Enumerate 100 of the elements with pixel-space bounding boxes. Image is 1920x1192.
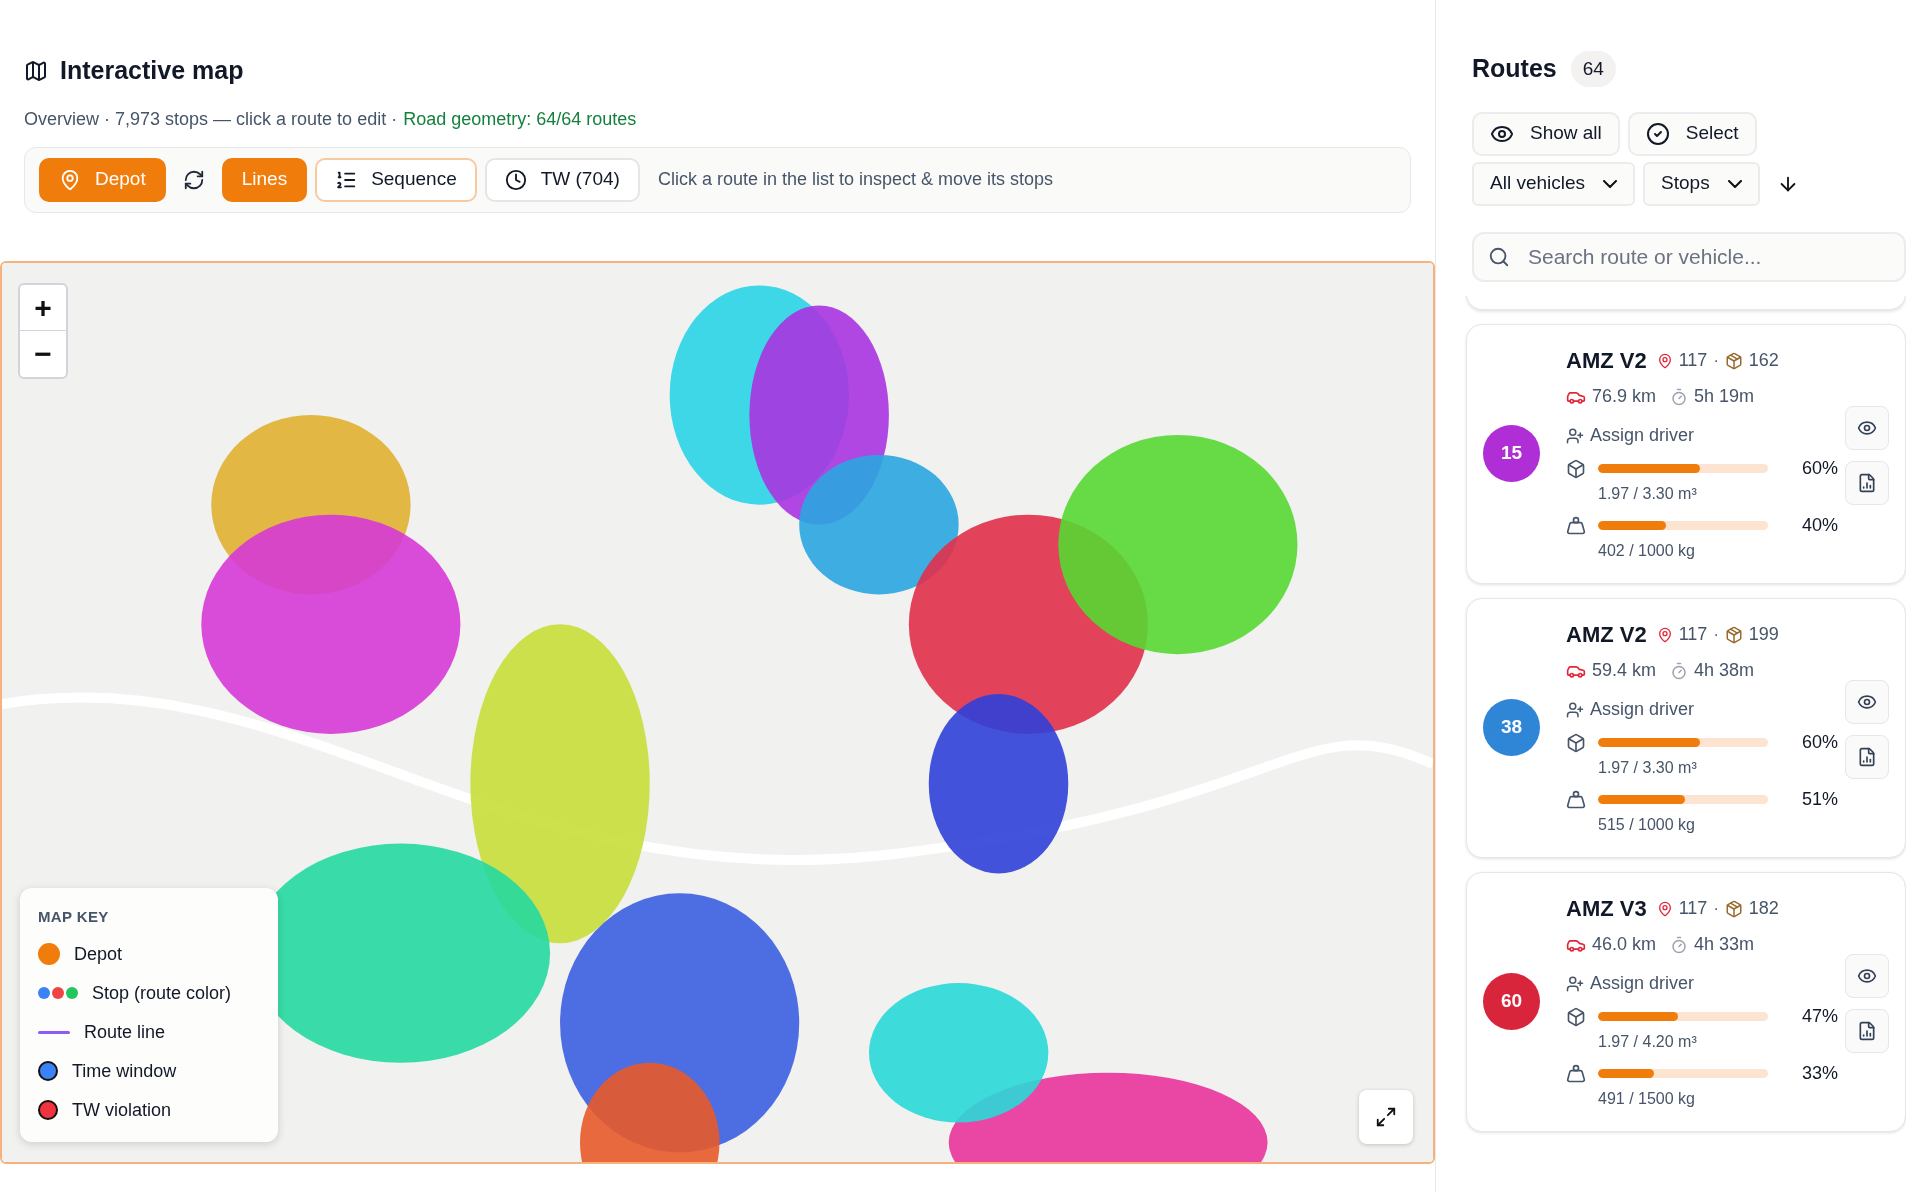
assign-driver-link[interactable]: Assign driver xyxy=(1566,696,1838,723)
panel-action-button[interactable]: Select xyxy=(1627,111,1757,156)
legend-title: MAP KEY xyxy=(38,907,110,927)
meter-reading: 515 / 1000 kg xyxy=(1598,815,1696,835)
geometry-status: Road geometry: 64/64 routes xyxy=(403,107,637,131)
route-card[interactable]: 60 AMZ V3 117 · 182 46.0 km 4h 33m Assign driver 47% 1.97 / 4.20 m³ 33% 491 / 1500 kg xyxy=(1466,871,1906,1132)
assign-driver-link[interactable]: Assign driver xyxy=(1566,422,1838,449)
legend-label: Route line xyxy=(84,1020,166,1044)
eye-icon xyxy=(1857,966,1877,986)
zoom-in-button[interactable]: + xyxy=(20,284,66,331)
map-view[interactable]: + − MAP KEY Depot Stop (route color) Route line Time window TW violation xyxy=(0,260,1435,1164)
timer-icon xyxy=(1670,387,1689,406)
route-name: AMZ V2 xyxy=(1566,621,1647,649)
meter-percent: 33% xyxy=(1801,1062,1838,1085)
parcel-count: 182 xyxy=(1748,897,1779,920)
legend-label: TW violation xyxy=(72,1098,172,1122)
add-user-icon xyxy=(1566,974,1584,993)
box-icon xyxy=(1566,458,1586,479)
routes-title: Routes xyxy=(1472,53,1557,84)
meter-reading: 1.97 / 3.30 m³ xyxy=(1598,758,1698,778)
legend-label: Depot xyxy=(74,942,123,966)
route-duration: 4h 38m xyxy=(1694,659,1755,682)
refresh-icon xyxy=(182,168,205,191)
legend-label: Time window xyxy=(72,1059,177,1083)
clock-icon xyxy=(504,168,527,191)
package-icon xyxy=(1724,625,1743,644)
route-distance: 46.0 km xyxy=(1592,933,1657,956)
report-button[interactable] xyxy=(1845,735,1889,779)
pin-icon xyxy=(1656,900,1673,917)
weight-icon xyxy=(1566,1063,1586,1084)
meter-reading: 491 / 1500 kg xyxy=(1598,1089,1696,1109)
separator-dot: · xyxy=(1713,898,1719,919)
package-icon xyxy=(1724,351,1743,370)
report-button[interactable] xyxy=(1845,461,1889,505)
show-route-button[interactable] xyxy=(1845,680,1889,724)
meter-percent: 51% xyxy=(1801,788,1838,811)
route-name: AMZ V2 xyxy=(1566,347,1647,375)
meter-percent: 47% xyxy=(1801,1005,1838,1028)
assign-driver-link[interactable]: Assign driver xyxy=(1566,970,1838,997)
timer-icon xyxy=(1670,661,1689,680)
pin-icon xyxy=(59,168,81,191)
chevron-down-icon xyxy=(1727,179,1742,188)
add-user-icon xyxy=(1566,426,1584,445)
report-icon xyxy=(1857,473,1877,493)
parcel-count: 199 xyxy=(1748,623,1779,646)
search-field[interactable]: Search route or vehicle... xyxy=(1472,231,1906,282)
zoom-out-button[interactable]: − xyxy=(20,330,66,377)
meter-percent: 40% xyxy=(1801,514,1838,537)
pin-icon xyxy=(1656,626,1673,643)
expand-icon xyxy=(1375,1105,1397,1128)
legend-label: Stop (route color) xyxy=(92,981,232,1005)
route-name: AMZ V3 xyxy=(1566,895,1647,923)
separator-dot: · xyxy=(1713,350,1719,371)
parcel-count: 162 xyxy=(1748,349,1779,372)
show-route-button[interactable] xyxy=(1845,406,1889,450)
report-icon xyxy=(1857,1021,1877,1041)
meter-reading: 1.97 / 3.30 m³ xyxy=(1598,484,1698,504)
route-distance: 59.4 km xyxy=(1592,659,1657,682)
route-duration: 4h 33m xyxy=(1694,933,1755,956)
box-icon xyxy=(1566,732,1586,753)
meter-reading: 402 / 1000 kg xyxy=(1598,541,1696,561)
pin-icon xyxy=(1656,352,1673,369)
eye-icon xyxy=(1857,692,1877,712)
page-title: Interactive map xyxy=(60,55,244,86)
stop-count: 117 xyxy=(1678,349,1708,372)
chevron-down-icon xyxy=(1603,179,1618,188)
routes-count: 64 xyxy=(1570,50,1616,87)
route-card[interactable]: 15 AMZ V2 117 · 162 76.9 km 5h 19m Assign driver 60% 1.97 / 3.30 m³ 40% 402 / 1000 kg xyxy=(1466,323,1906,584)
add-user-icon xyxy=(1566,700,1584,719)
stop-count: 117 xyxy=(1678,623,1708,646)
route-badge: 38 xyxy=(1483,699,1540,756)
report-icon xyxy=(1857,747,1877,767)
weight-icon xyxy=(1566,789,1586,810)
route-card[interactable]: 38 AMZ V2 117 · 199 59.4 km 4h 38m Assign driver 60% 1.97 / 3.30 m³ 51% 515 / 1000 kg xyxy=(1466,597,1906,858)
fullscreen-button[interactable] xyxy=(1359,1089,1413,1144)
weight-icon xyxy=(1566,515,1586,536)
show-route-button[interactable] xyxy=(1845,954,1889,998)
stop-count: 117 xyxy=(1678,897,1708,920)
page-subtitle: Overview · 7,973 stops — click a route to edit · xyxy=(24,107,398,131)
toolbar-hint: Click a route in the list to inspect & move its stops xyxy=(657,168,1054,191)
box-icon xyxy=(1566,1006,1586,1027)
timer-icon xyxy=(1670,935,1689,954)
route-distance: 76.9 km xyxy=(1592,385,1657,408)
filter-select[interactable]: Stops xyxy=(1643,161,1760,206)
eye-icon xyxy=(1857,418,1877,438)
filter-select[interactable]: All vehicles xyxy=(1472,161,1636,206)
check-circle-icon xyxy=(1645,121,1670,146)
map-icon xyxy=(24,58,48,83)
panel-action-button[interactable]: Show all xyxy=(1472,111,1620,156)
toolbar-button[interactable]: Sequence xyxy=(315,157,477,202)
route-badge: 60 xyxy=(1483,973,1540,1030)
package-icon xyxy=(1724,899,1743,918)
meter-percent: 60% xyxy=(1801,731,1838,754)
route-badge: 15 xyxy=(1483,425,1540,482)
meter-reading: 1.97 / 4.20 m³ xyxy=(1598,1032,1698,1052)
report-button[interactable] xyxy=(1845,1009,1889,1053)
toolbar-button[interactable]: TW (704) xyxy=(484,157,640,202)
search-icon xyxy=(1488,245,1510,268)
route-duration: 5h 19m xyxy=(1694,385,1755,408)
separator-dot: · xyxy=(1713,624,1719,645)
